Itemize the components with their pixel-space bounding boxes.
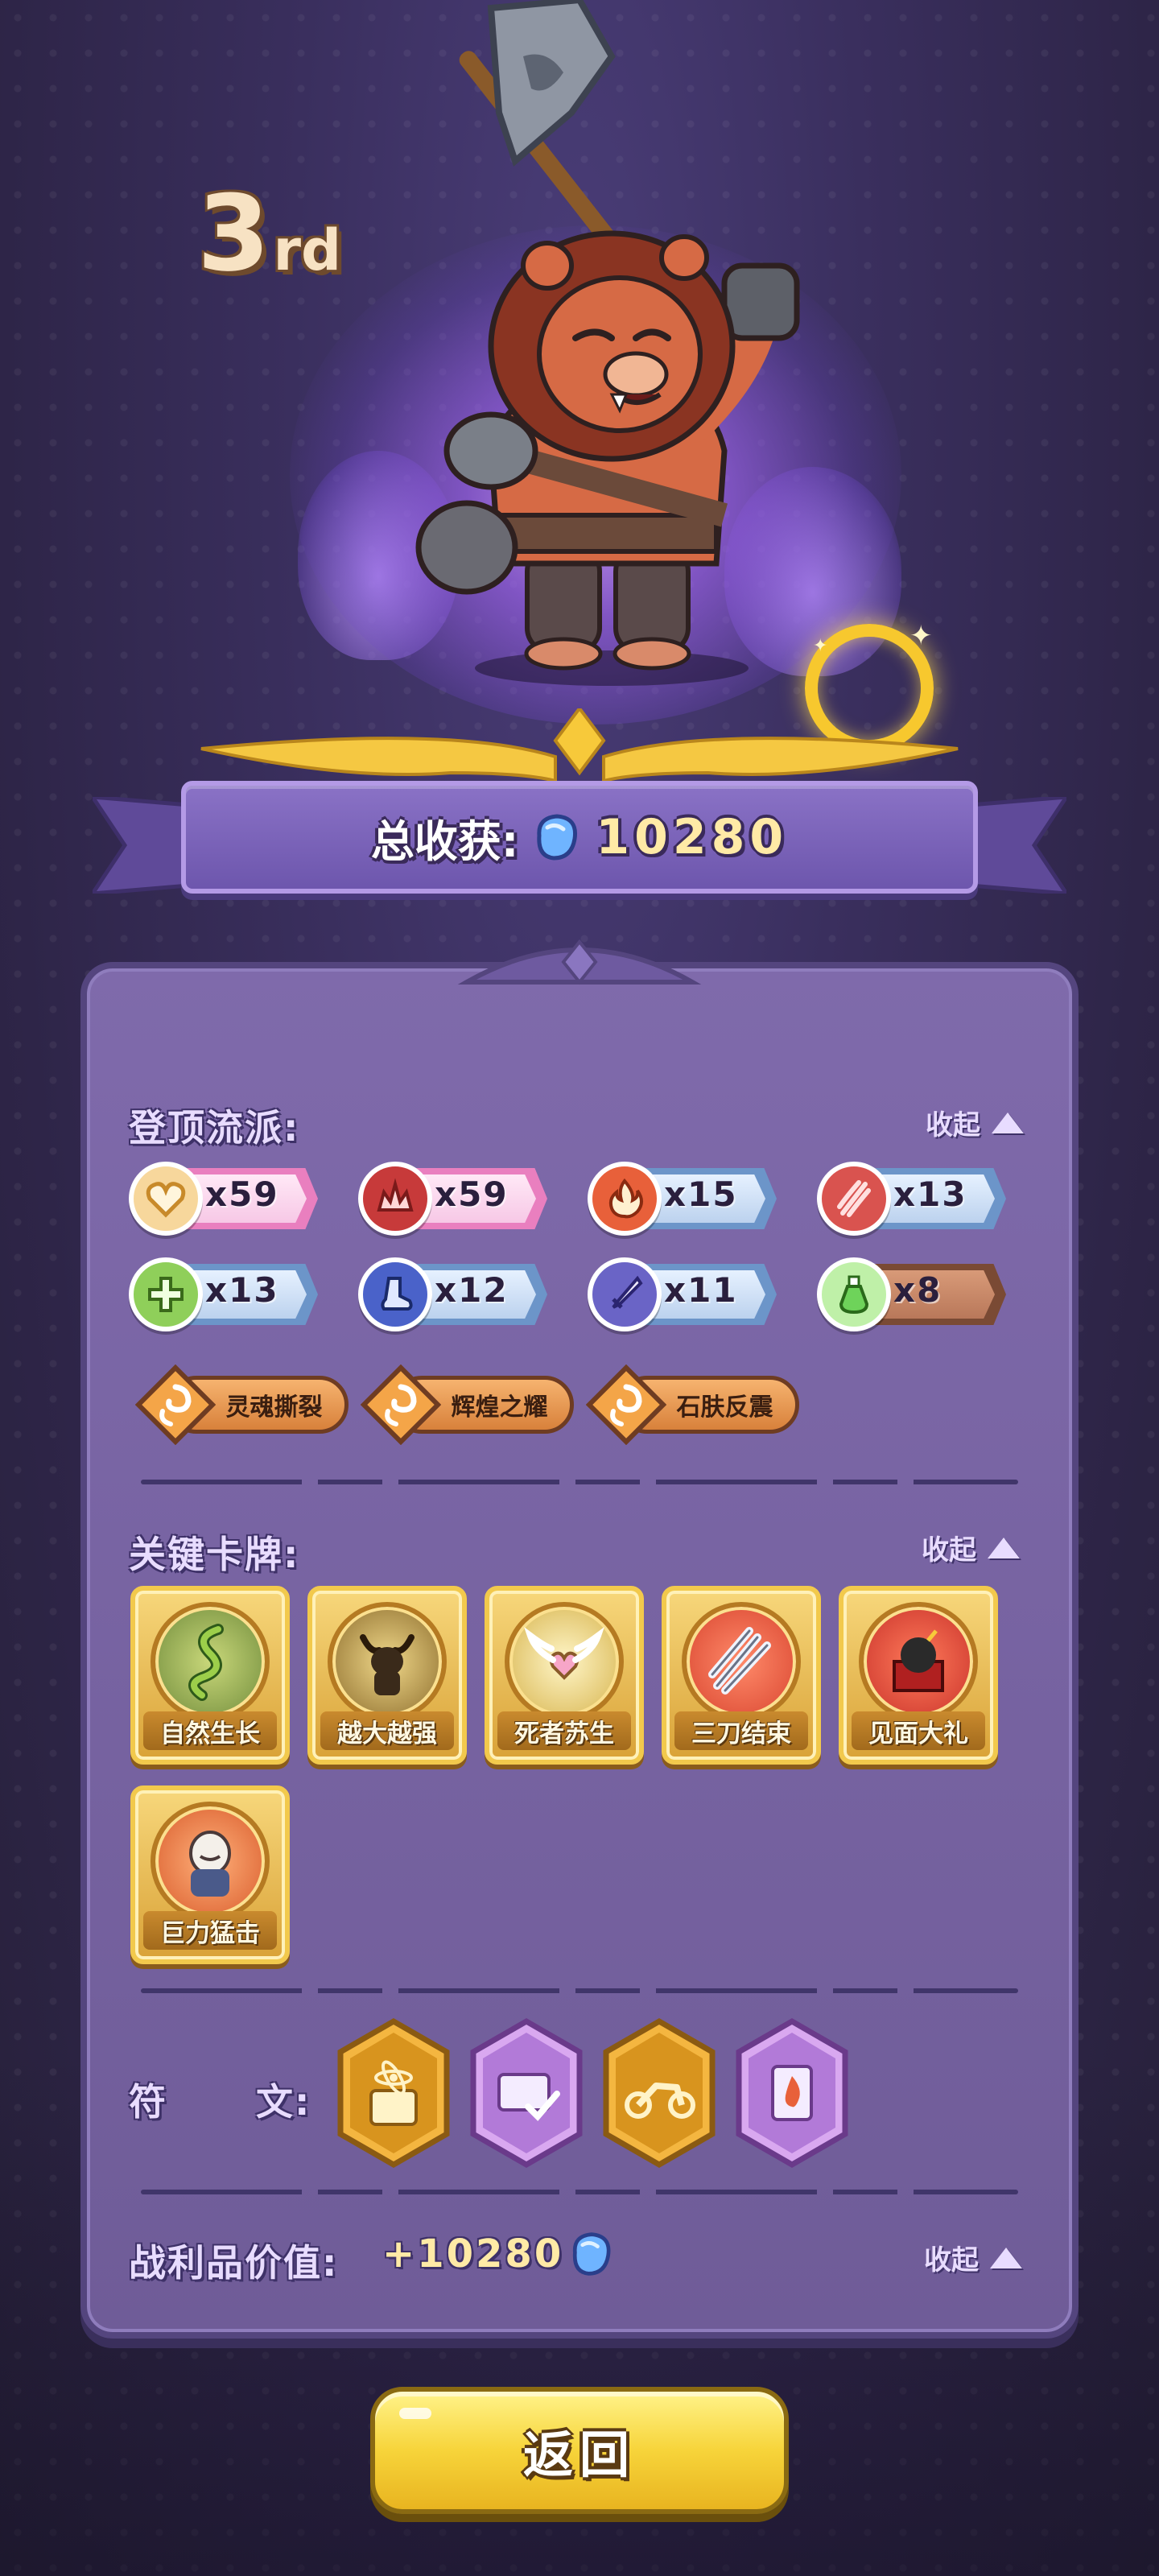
runes-section-title-2: 文: — [256, 2080, 311, 2124]
cards-section-title: 关键卡牌: — [129, 1533, 300, 1576]
potion-icon — [817, 1257, 891, 1331]
stat-count: x59 — [435, 1174, 509, 1214]
flame-card-icon — [771, 2065, 813, 2121]
crown-burst-icon — [358, 1162, 432, 1236]
rune-flame-card[interactable] — [732, 2017, 852, 2169]
stat-count: x59 — [205, 1174, 279, 1214]
triple-blade-icon — [682, 1602, 801, 1721]
card-name: 三刀结束 — [674, 1711, 808, 1750]
winged-heart-icon — [505, 1602, 624, 1721]
blue-gem-icon — [537, 814, 578, 861]
stat-heart[interactable]: x59 — [129, 1162, 318, 1236]
card-name: 自然生长 — [143, 1711, 277, 1750]
panel-crest — [457, 939, 702, 985]
rank-number: 3 — [197, 172, 270, 295]
collapse-label: 收起 — [922, 1534, 976, 1567]
blade-icon — [588, 1257, 662, 1331]
swirl-icon — [361, 1364, 441, 1445]
rage-hero-icon — [151, 1802, 270, 1921]
vine-serpent-icon — [151, 1602, 270, 1721]
build-collapse-button[interactable]: 收起 — [926, 1103, 1024, 1142]
stat-plus[interactable]: x13 — [129, 1257, 318, 1331]
stat-count: x11 — [664, 1270, 738, 1310]
section-divider — [141, 2190, 1018, 2194]
section-divider — [141, 1480, 1018, 1484]
sparkle-icon: ✦ — [909, 620, 933, 652]
bomb-gift-icon — [859, 1602, 978, 1721]
heart-icon — [129, 1162, 203, 1236]
sparkle-icon: ✦ — [813, 636, 828, 656]
collapse-up-icon — [990, 2247, 1022, 2268]
section-divider — [141, 1988, 1018, 1993]
swirl-icon — [135, 1364, 216, 1445]
collapse-up-icon — [988, 1537, 1020, 1558]
stat-count: x8 — [893, 1270, 942, 1310]
total-harvest-banner: 总收获: 10280 — [181, 781, 978, 894]
rune-atom-book[interactable] — [334, 2017, 453, 2169]
stat-blade[interactable]: x11 — [588, 1257, 777, 1331]
card-revive[interactable]: 死者苏生 — [485, 1586, 644, 1765]
return-button-label: 返回 — [522, 2425, 636, 2484]
boot-icon — [358, 1257, 432, 1331]
collapse-label: 收起 — [924, 2244, 979, 2277]
stat-crown-burst[interactable]: x59 — [358, 1162, 547, 1236]
skill-tag[interactable]: 石肤反震 — [586, 1364, 803, 1445]
claw-slash-icon — [817, 1162, 891, 1236]
stat-claw-slash[interactable]: x13 — [817, 1162, 1006, 1236]
blue-gem-icon — [572, 2232, 611, 2276]
stat-potion[interactable]: x8 — [817, 1257, 1006, 1331]
stat-count: x15 — [664, 1174, 738, 1214]
card-mighty-strike[interactable]: 巨力猛击 — [130, 1785, 290, 1964]
collapse-label: 收起 — [926, 1109, 980, 1141]
loot-section-title: 战利品价值: — [129, 2241, 339, 2285]
skill-tag[interactable]: 灵魂撕裂 — [135, 1364, 353, 1445]
stat-count: x12 — [435, 1270, 509, 1310]
skill-tag[interactable]: 辉煌之耀 — [361, 1364, 578, 1445]
total-harvest-value: 10280 — [596, 809, 789, 865]
plus-icon — [129, 1257, 203, 1331]
stat-fire[interactable]: x15 — [588, 1162, 777, 1236]
runes-section-title: 符 — [129, 2080, 167, 2124]
card-name: 巨力猛击 — [143, 1911, 277, 1950]
rank-suffix: rd — [273, 217, 342, 283]
lion-warrior-character — [415, 0, 800, 686]
return-button[interactable]: 返回 — [370, 2387, 789, 2514]
rune-card-check[interactable] — [467, 2017, 586, 2169]
card-bigger-stronger[interactable]: 越大越强 — [307, 1586, 467, 1765]
swirl-icon — [586, 1364, 666, 1445]
cards-collapse-button[interactable]: 收起 — [922, 1528, 1020, 1567]
card-name: 见面大礼 — [852, 1711, 985, 1750]
stat-count: x13 — [205, 1270, 279, 1310]
stat-count: x13 — [893, 1174, 967, 1214]
minotaur-icon — [328, 1602, 447, 1721]
card-meeting-gift[interactable]: 见面大礼 — [839, 1586, 998, 1765]
total-harvest-label: 总收获: — [370, 815, 519, 867]
fire-icon — [588, 1162, 662, 1236]
button-shine — [399, 2408, 431, 2419]
rune-motorcycle[interactable] — [600, 2017, 719, 2169]
rank-badge: 3 rd — [197, 181, 374, 294]
loot-collapse-button[interactable]: 收起 — [924, 2238, 1022, 2277]
loot-value: +10280 — [382, 2231, 564, 2277]
card-natural-growth[interactable]: 自然生长 — [130, 1586, 290, 1765]
card-name: 死者苏生 — [497, 1711, 631, 1750]
collapse-up-icon — [992, 1112, 1024, 1133]
stat-boot[interactable]: x12 — [358, 1257, 547, 1331]
build-section-title: 登顶流派: — [129, 1106, 300, 1150]
card-name: 越大越强 — [320, 1711, 454, 1750]
card-three-blades[interactable]: 三刀结束 — [662, 1586, 821, 1765]
